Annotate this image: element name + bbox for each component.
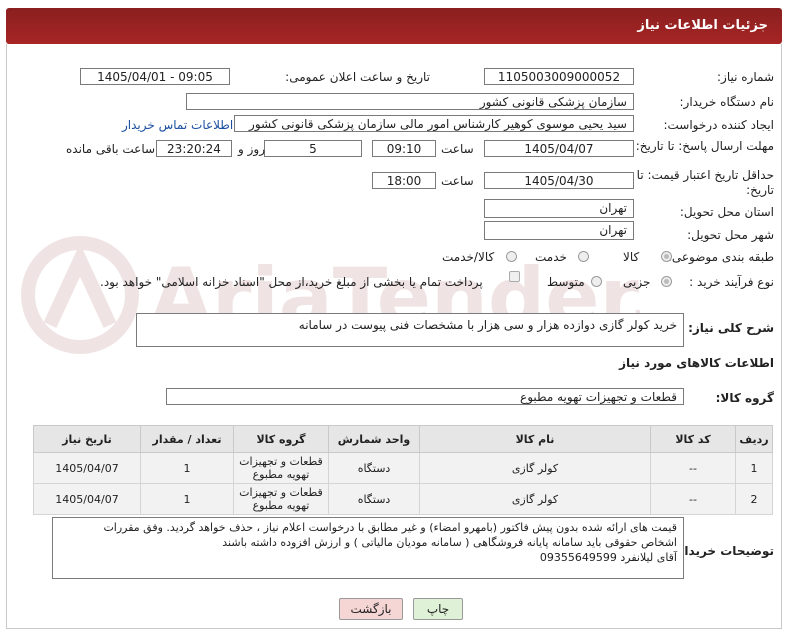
announce-label: تاریخ و ساعت اعلان عمومی:	[285, 70, 430, 84]
cell-date: 1405/04/07	[33, 452, 141, 484]
description-textarea[interactable]: خرید کولر گازی دوازده هزار و سی هزار با …	[136, 313, 684, 347]
table-row: 2 -- کولر گازی دستگاه قطعات و تجهیزات ته…	[33, 483, 773, 515]
deadline-time-word: ساعت	[441, 142, 474, 156]
cell-row: 1	[735, 452, 773, 484]
days-word: روز و	[238, 142, 265, 156]
province-field: تهران	[484, 199, 634, 218]
col-row: ردیف	[735, 425, 773, 453]
col-name: نام کالا	[419, 425, 651, 453]
cell-code: --	[650, 483, 736, 515]
need-number-field: 1105003009000052	[484, 68, 634, 85]
buyer-notes-label: توضیحات خریدار:	[672, 544, 774, 558]
process-option-medium: متوسط	[547, 275, 585, 289]
col-group: گروه کالا	[233, 425, 329, 453]
creator-label: ایجاد کننده درخواست:	[663, 118, 774, 132]
cell-group: قطعات و تجهیزات تهویه مطبوع	[233, 483, 329, 515]
deadline-time-field: 09:10	[372, 140, 436, 157]
goods-table: ردیف کد کالا نام کالا واحد شمارش گروه کا…	[33, 425, 773, 515]
process-radio-minor[interactable]	[661, 276, 672, 287]
province-label: استان محل تحویل:	[679, 205, 774, 219]
need-number-label: شماره نیاز:	[717, 70, 774, 84]
category-option-service: خدمت	[535, 250, 567, 264]
deadline-date-field: 1405/04/07	[484, 140, 634, 157]
cell-date: 1405/04/07	[33, 483, 141, 515]
city-label: شهر محل تحویل:	[687, 228, 774, 242]
remaining-time-field: 23:20:24	[156, 140, 232, 157]
process-radio-medium[interactable]	[591, 276, 602, 287]
price-time-field: 18:00	[372, 172, 436, 189]
contact-buyer-link[interactable]: اطلاعات تماس خریدار	[122, 118, 233, 132]
price-date-field: 1405/04/30	[484, 172, 634, 189]
cell-name: کولر گازی	[419, 483, 651, 515]
cell-qty: 1	[140, 452, 234, 484]
print-button[interactable]: چاپ	[413, 598, 463, 620]
days-count-field: 5	[264, 140, 362, 157]
back-button[interactable]: بازگشت	[339, 598, 403, 620]
col-qty: تعداد / مقدار	[140, 425, 234, 453]
goods-group-label: گروه کالا:	[715, 391, 774, 405]
price-time-word: ساعت	[441, 174, 474, 188]
buyer-notes-line: آقای لیلانفرد 09355649599	[539, 551, 677, 564]
cell-unit: دستگاه	[328, 483, 420, 515]
category-radio-goods[interactable]	[661, 251, 672, 262]
cell-group: قطعات و تجهیزات تهویه مطبوع	[233, 452, 329, 484]
cell-qty: 1	[140, 483, 234, 515]
cell-row: 2	[735, 483, 773, 515]
goods-table-header: ردیف کد کالا نام کالا واحد شمارش گروه کا…	[33, 425, 773, 453]
col-unit: واحد شمارش	[328, 425, 420, 453]
price-validity-label: حداقل تاریخ اعتبار قیمت: تا تاریخ:	[636, 168, 774, 197]
buyer-notes-line: اشخاص حقوقی باید سامانه پایانه فروشگاهی …	[222, 536, 677, 549]
process-label: نوع فرآیند خرید :	[689, 275, 774, 289]
buyer-notes-textarea[interactable]: قیمت های ارائه شده بدون پیش فاکتور (بامه…	[52, 517, 684, 579]
treasury-payment-note: پرداخت تمام یا بخشی از مبلغ خرید،از محل …	[100, 275, 483, 289]
col-code: کد کالا	[650, 425, 736, 453]
goods-group-field: قطعات و تجهیزات تهویه مطبوع	[166, 388, 684, 405]
announce-field: 1405/04/01 - 09:05	[80, 68, 230, 85]
process-option-minor: جزیی	[623, 275, 651, 289]
category-radio-both[interactable]	[506, 251, 517, 262]
remaining-word: ساعت باقی مانده	[66, 142, 156, 156]
page-title: جزئیات اطلاعات نیاز	[637, 18, 768, 33]
goods-info-title: اطلاعات کالاهای مورد نیاز	[619, 356, 774, 370]
col-date: تاریخ نیاز	[33, 425, 141, 453]
page-header: جزئیات اطلاعات نیاز	[6, 8, 782, 44]
table-row: 1 -- کولر گازی دستگاه قطعات و تجهیزات ته…	[33, 452, 773, 484]
cell-code: --	[650, 452, 736, 484]
deadline-label: مهلت ارسال پاسخ: تا تاریخ:	[635, 139, 774, 153]
buyer-org-label: نام دستگاه خریدار:	[679, 95, 775, 109]
category-option-goods: کالا	[623, 250, 640, 264]
treasury-payment-checkbox[interactable]	[509, 271, 520, 282]
category-radio-service[interactable]	[578, 251, 589, 262]
description-label: شرح کلی نیاز:	[688, 321, 774, 335]
creator-field: سید یحیی موسوی کوهیر کارشناس امور مالی س…	[234, 115, 634, 132]
buyer-notes-line: قیمت های ارائه شده بدون پیش فاکتور (بامه…	[103, 521, 677, 534]
cell-unit: دستگاه	[328, 452, 420, 484]
category-label: طبقه بندی موضوعی:	[667, 250, 774, 264]
category-option-both: کالا/خدمت	[442, 250, 495, 264]
city-field: تهران	[484, 221, 634, 240]
cell-name: کولر گازی	[419, 452, 651, 484]
buyer-org-field: سازمان پزشکی قانونی کشور	[186, 93, 634, 110]
